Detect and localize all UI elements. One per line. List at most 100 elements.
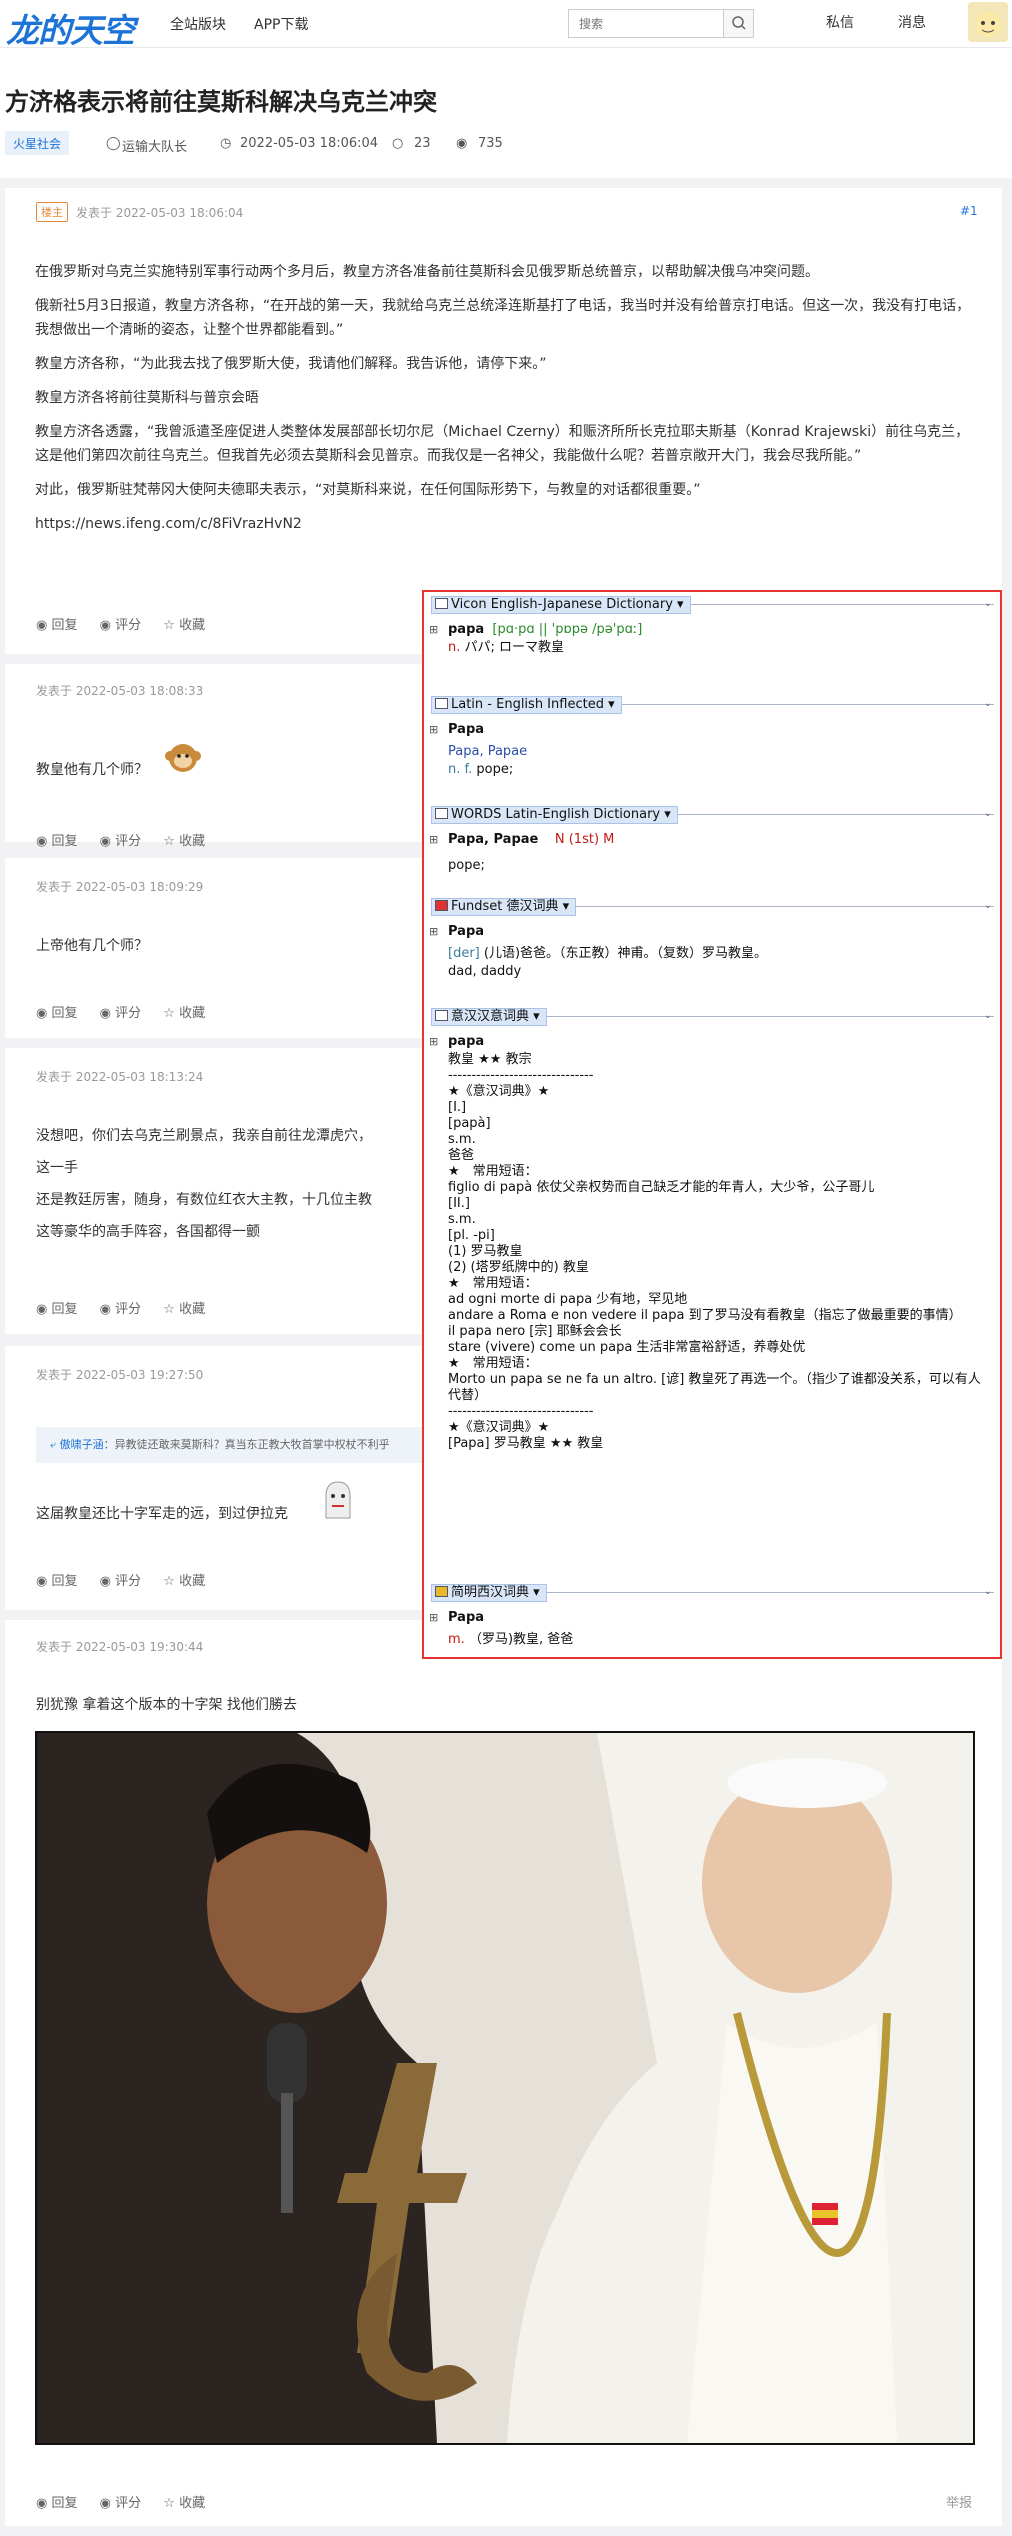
chevron-down-icon[interactable]: ⌄: [984, 806, 992, 822]
expand-icon[interactable]: ⊞: [429, 1034, 438, 1050]
reply-button[interactable]: 回复: [51, 2496, 77, 2511]
favorite-button[interactable]: 收藏: [179, 2496, 205, 2511]
post-time: 发表于 2022-05-03 18:09:29: [36, 880, 204, 894]
messages-link[interactable]: 消息: [898, 12, 926, 32]
dict-header-latin[interactable]: Latin - English Inflected ▾: [431, 696, 622, 714]
definition-line: -------------------------------: [448, 1068, 594, 1083]
book-icon: [435, 1010, 448, 1021]
private-message-link[interactable]: 私信: [826, 12, 854, 32]
photo-illustration: [37, 1733, 973, 2443]
quote-user[interactable]: 傲啸子涵: [60, 1438, 104, 1451]
dropdown-icon: ▾: [664, 807, 671, 822]
definition: (儿语)爸爸。（东正教）神甫。（复数）罗马教皇。: [483, 946, 768, 961]
page-title: 方济格表示将前往莫斯科解决乌克兰冲突: [5, 88, 437, 116]
rate-icon: ◉: [99, 834, 111, 849]
eye-icon: ◉: [456, 136, 468, 151]
post-paragraph: 教皇方济各透露，“我曾派遣圣座促进人类整体发展部部长切尔尼（Michael Cz…: [35, 424, 970, 464]
reply-button[interactable]: 回复: [51, 834, 77, 849]
site-logo[interactable]: 龙的天空: [6, 4, 135, 52]
definition-list: 教皇 ★★ 教宗 -------------------------------…: [448, 1052, 990, 1452]
part-of-speech: n. f.: [448, 762, 473, 777]
rate-button[interactable]: 评分: [115, 1302, 141, 1317]
post-actions: ◉ 回复 ◉ 评分 ☆ 收藏: [36, 830, 205, 849]
definition-line: [II.]: [448, 1196, 470, 1211]
rate-button[interactable]: 评分: [115, 1006, 141, 1021]
favorite-button[interactable]: 收藏: [179, 1574, 205, 1589]
definition-line: s.m.: [448, 1132, 476, 1147]
nav-all-boards[interactable]: 全站版块: [170, 14, 226, 34]
rate-button[interactable]: 评分: [115, 834, 141, 849]
definition: （罗马)教皇, 爸爸: [468, 1632, 574, 1647]
post-photo[interactable]: [35, 1731, 975, 2445]
search-input[interactable]: [569, 10, 719, 37]
rate-button[interactable]: 评分: [115, 1574, 141, 1589]
post-4-body: 没想吧，你们去乌克兰刷景点，我亲自前往龙潭虎穴， 这一手 还是教廷厉害，随身，有…: [36, 1124, 372, 1244]
search-button[interactable]: [723, 10, 753, 37]
reply-button[interactable]: 回复: [51, 1302, 77, 1317]
expand-icon[interactable]: ⊞: [429, 832, 438, 848]
dict-header-words[interactable]: WORDS Latin-English Dictionary ▾: [431, 806, 678, 824]
post-actions: ◉ 回复 ◉ 评分 ☆ 收藏: [36, 2492, 205, 2511]
reply-button[interactable]: 回复: [51, 1006, 77, 1021]
expand-icon[interactable]: ⊞: [429, 722, 438, 738]
post-time: 发表于 2022-05-03 18:13:24: [36, 1070, 204, 1084]
floor-number[interactable]: #1: [960, 204, 978, 218]
dict-header-vicon[interactable]: Vicon English-Japanese Dictionary ▾: [431, 596, 691, 614]
rate-icon: ◉: [99, 1006, 111, 1021]
pronunciation: [pɑ·pɑ || 'pɒpə /pə'pɑː]: [492, 622, 643, 637]
post-line: 这等豪华的高手阵容，各国都得一颤: [36, 1224, 260, 1240]
expand-icon[interactable]: ⊞: [429, 1610, 438, 1626]
definition: pope;: [476, 762, 514, 777]
chevron-down-icon[interactable]: ⌄: [984, 596, 992, 612]
favorite-button[interactable]: 收藏: [179, 1006, 205, 1021]
board-tag[interactable]: 火星社会: [5, 131, 70, 155]
favorite-button[interactable]: 收藏: [179, 618, 205, 633]
thread-author[interactable]: 运输大队长: [122, 136, 187, 155]
star-icon: ☆: [163, 1006, 175, 1021]
chevron-down-icon[interactable]: ⌄: [984, 898, 992, 914]
favorite-button[interactable]: 收藏: [179, 1302, 205, 1317]
flag-icon: [435, 900, 448, 911]
reply-button[interactable]: 回复: [51, 618, 77, 633]
favorite-button[interactable]: 收藏: [179, 834, 205, 849]
dict-header-jianming[interactable]: 简明西汉词典 ▾: [431, 1584, 547, 1602]
dropdown-icon: ▾: [533, 1585, 540, 1600]
dropdown-icon: ▾: [533, 1009, 540, 1024]
news-link[interactable]: https://news.ifeng.com/c/8FiVrazHvN2: [35, 516, 302, 532]
post-paragraph: 教皇方济各将前往莫斯科与普京会晤: [35, 390, 259, 406]
reply-icon: ◉: [36, 1302, 48, 1317]
definition-line: figlio di papà 依仗父亲权势而自己缺乏才能的年青人，大少爷，公子哥…: [448, 1180, 875, 1195]
definition-line: [Papa] 罗马教皇 ★★ 教皇: [448, 1436, 604, 1451]
rate-button[interactable]: 评分: [115, 618, 141, 633]
dict-header-fundset[interactable]: Fundset 德汉词典 ▾: [431, 898, 577, 916]
reply-icon: ◉: [36, 2496, 48, 2511]
post-actions: ◉ 回复 ◉ 评分 ☆ 收藏: [36, 1298, 205, 1317]
comment-icon: ○: [392, 136, 404, 151]
definition-line: ★ 常用短语：: [448, 1356, 538, 1371]
book-icon: [435, 808, 448, 819]
user-avatar[interactable]: [968, 2, 1008, 42]
post-paragraph: 教皇方济各称，“为此我去找了俄罗斯大使，我请他们解释。我告诉他，请停下来。”: [35, 356, 547, 372]
reply-button[interactable]: 回复: [51, 1574, 77, 1589]
expand-icon[interactable]: ⊞: [429, 622, 438, 638]
chevron-down-icon[interactable]: ⌄: [984, 696, 992, 712]
definition: パパ; ローマ教皇: [464, 640, 565, 655]
nav-app-download[interactable]: APP下载: [254, 14, 308, 34]
post-actions: ◉ 回复 ◉ 评分 ☆ 收藏: [36, 1570, 205, 1589]
definition-line: [I.]: [448, 1100, 467, 1115]
definition-line: (2) (塔罗纸牌中的) 教皇: [448, 1260, 589, 1275]
headword: papa: [448, 1034, 485, 1049]
dropdown-icon: ▾: [677, 597, 684, 612]
expand-icon[interactable]: ⊞: [429, 924, 438, 940]
definition-line: [pl. -pi]: [448, 1228, 495, 1243]
ghost-emoji-icon: [325, 1481, 351, 1519]
rate-button[interactable]: 评分: [115, 2496, 141, 2511]
inflected-forms: Papa, Papae: [448, 744, 528, 759]
definition-line: (1) 罗马教皇: [448, 1244, 523, 1259]
dict-header-yihan[interactable]: 意汉汉意词典 ▾: [431, 1008, 547, 1026]
rate-icon: ◉: [99, 618, 111, 633]
post-actions: ◉ 回复 ◉ 评分 ☆ 收藏: [36, 1002, 205, 1021]
chevron-down-icon[interactable]: ⌄: [984, 1008, 992, 1024]
chevron-down-icon[interactable]: ⌄: [984, 1584, 992, 1600]
report-button[interactable]: 举报: [946, 2492, 972, 2511]
